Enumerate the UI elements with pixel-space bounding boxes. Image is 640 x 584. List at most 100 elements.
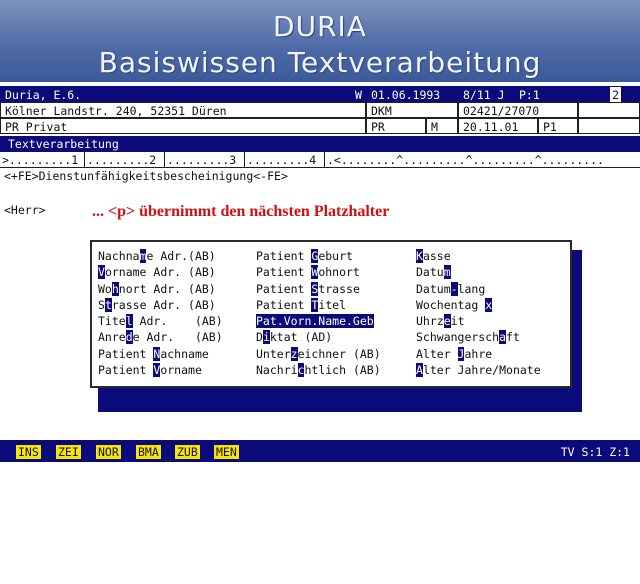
placeholder-text: orname — [160, 363, 202, 378]
patient-name[interactable]: Duria, E.6. — [0, 86, 352, 102]
patient-gender: M — [426, 118, 458, 134]
function-key-ins[interactable]: INS — [16, 445, 41, 459]
hotkey-letter: l — [125, 314, 133, 329]
placeholder-text: Nachna — [98, 249, 140, 263]
placeholder-item[interactable]: Alter Jahre — [416, 346, 541, 362]
placeholder-text: nort Adr. (AB) — [118, 281, 216, 296]
function-key-men[interactable]: MEN — [214, 445, 239, 459]
tutorial-hint: ... <p> übernimmt den nächsten Platzhalt… — [92, 203, 390, 220]
placeholder-text: S — [98, 297, 105, 312]
placeholder-item[interactable]: Kasse — [416, 248, 541, 264]
hotkey-letter: V — [98, 265, 105, 280]
placeholder-item[interactable]: Vorname Adr. (AB) — [98, 264, 223, 280]
placeholder-text: Anre — [98, 330, 126, 345]
placeholder-text: asse — [422, 249, 451, 263]
placeholder-item[interactable]: Patient Nachname — [98, 346, 223, 362]
placeholder-text: Uhrz — [416, 314, 444, 329]
placeholder-item[interactable]: Wochentag x — [416, 297, 541, 313]
hotkey-letter: z — [290, 346, 298, 361]
patient-insurance: PR Privat — [0, 118, 366, 134]
placeholder-item[interactable]: Datum — [416, 264, 541, 280]
placeholder-item[interactable]: Datum-lang — [416, 281, 541, 297]
placeholder-item[interactable]: Patient Vorname — [98, 362, 223, 378]
placeholder-text: itel — [318, 297, 347, 312]
patient-empty-cell — [578, 102, 640, 118]
placeholder-item[interactable]: Unterzeichner (AB) — [256, 346, 381, 362]
placeholder-item[interactable]: Anrede Adr. (AB) — [98, 329, 223, 345]
placeholder-item[interactable]: Patient Titel — [256, 297, 381, 313]
ruler-segment: .........4 — [244, 152, 324, 168]
function-key-bma[interactable]: BMA — [136, 445, 161, 459]
patient-phone: 02421/27070 — [458, 102, 578, 118]
hotkey-letter: d — [125, 330, 133, 345]
function-key-zub[interactable]: ZUB — [175, 445, 200, 459]
document-line-salutation[interactable]: <Herr> — [4, 202, 46, 218]
ruler-segment: .........3 — [164, 152, 244, 168]
insurance-type: PR — [366, 118, 426, 134]
function-key-zei[interactable]: ZEI — [56, 445, 81, 459]
status-indicator: TV S:1 Z:1 — [560, 445, 630, 459]
placeholder-item[interactable]: Patient Strasse — [256, 281, 381, 297]
visit-date: 20.11.01 — [458, 118, 538, 134]
placeholder-text: trasse — [318, 281, 360, 296]
tab-ruler[interactable]: >.........1 .........2 .........3 ......… — [0, 152, 640, 168]
placeholder-text: Nachri — [256, 363, 298, 378]
terminal-screen: Duria, E.6. W 01.06.1993 8/11 J P:1 2 Köl… — [0, 82, 640, 480]
page-marker: 2 — [610, 87, 621, 103]
placeholder-item[interactable]: Wohnort Adr. (AB) — [98, 281, 223, 297]
placeholder-text: Patient — [256, 281, 312, 296]
placeholder-text: eichner (AB) — [297, 346, 381, 361]
hotkey-letter: h — [111, 281, 119, 296]
patient-index: P:1 2 — [514, 86, 640, 103]
placeholder-text: Patient — [98, 346, 154, 361]
placeholder-item[interactable]: Uhrzeit — [416, 313, 541, 329]
placeholder-item[interactable]: Pat.Vorn.Name.Geb — [256, 313, 381, 329]
placeholder-item[interactable]: Alter Jahre/Monate — [416, 362, 541, 378]
placeholder-item[interactable]: Diktat (AD) — [256, 329, 381, 345]
hotkey-letter: K — [416, 249, 423, 263]
hotkey-letter: e — [443, 314, 451, 329]
placeholder-text: rasse Adr. (AB) — [111, 297, 216, 312]
document-line-fe[interactable]: <+FE>Dienstunfähigkeitsbescheinigung<-FE… — [4, 168, 288, 184]
patient-birthdate: 01.06.1993 — [366, 86, 458, 102]
placeholder-popup: Nachname Adr.(AB) Vorname Adr. (AB) Wohnor… — [90, 240, 572, 388]
placeholder-text: lang — [457, 281, 486, 296]
placeholder-text: Patient — [256, 297, 312, 312]
placeholder-column-1: Nachname Adr.(AB) Vorname Adr. (AB) Wohnor… — [98, 248, 223, 378]
placeholder-column-3: Kasse Datum Datum-lang Wochentag x Uhrzeit Sc… — [416, 248, 541, 378]
placeholder-text: it — [450, 314, 465, 329]
function-key-nor[interactable]: NOR — [96, 445, 121, 459]
placeholder-item[interactable]: Patient Wohnort — [256, 264, 381, 280]
placeholder-column-2: Patient Geburt Patient Wohnort Patient Str… — [256, 248, 381, 378]
banner-subtitle: Basiswissen Textverarbeitung — [98, 46, 542, 79]
placeholder-item[interactable]: Patient Geburt — [256, 248, 381, 264]
hotkey-letter: - — [450, 281, 458, 296]
placeholder-text: Wochentag — [416, 297, 486, 312]
placeholder-item[interactable]: Nachrichtlich (AB) — [256, 362, 381, 378]
placeholder-text: ahre — [464, 346, 493, 361]
placeholder-text: e Adr.(AB) — [146, 249, 216, 263]
placeholder-item[interactable]: Strasse Adr. (AB) — [98, 297, 223, 313]
module-bar: Textverarbeitung — [0, 136, 640, 152]
placeholder-text: achname — [160, 346, 209, 361]
placeholder-text: ohnort — [318, 265, 360, 280]
placeholder-item[interactable]: Nachname Adr.(AB) — [98, 248, 223, 264]
patient-empty-cell — [578, 118, 640, 134]
placeholder-text: htlich (AB) — [304, 363, 381, 378]
hotkey-letter: m — [443, 265, 451, 280]
visit-code: P1 — [538, 118, 578, 134]
hotkey-letter: t — [104, 297, 112, 312]
placeholder-item[interactable]: Schwangerschaft — [416, 329, 541, 345]
title-banner: DURIA Basiswissen Textverarbeitung — [0, 0, 640, 82]
patient-age: 8/11 J — [458, 86, 514, 102]
placeholder-text: orname Adr. (AB) — [104, 265, 216, 280]
banner-title: DURIA — [273, 10, 367, 43]
hotkey-letter: a — [499, 330, 507, 345]
ruler-segment: >.........1 — [2, 153, 79, 167]
patient-header: Duria, E.6. W 01.06.1993 8/11 J P:1 2 Köl… — [0, 86, 640, 138]
placeholder-text: Pat.Vorn.Name.Geb — [256, 314, 374, 329]
module-label: Textverarbeitung — [8, 137, 119, 151]
placeholder-text: D — [256, 330, 263, 345]
placeholder-text: Datu — [416, 265, 444, 280]
placeholder-item[interactable]: Titel Adr. (AB) — [98, 313, 223, 329]
